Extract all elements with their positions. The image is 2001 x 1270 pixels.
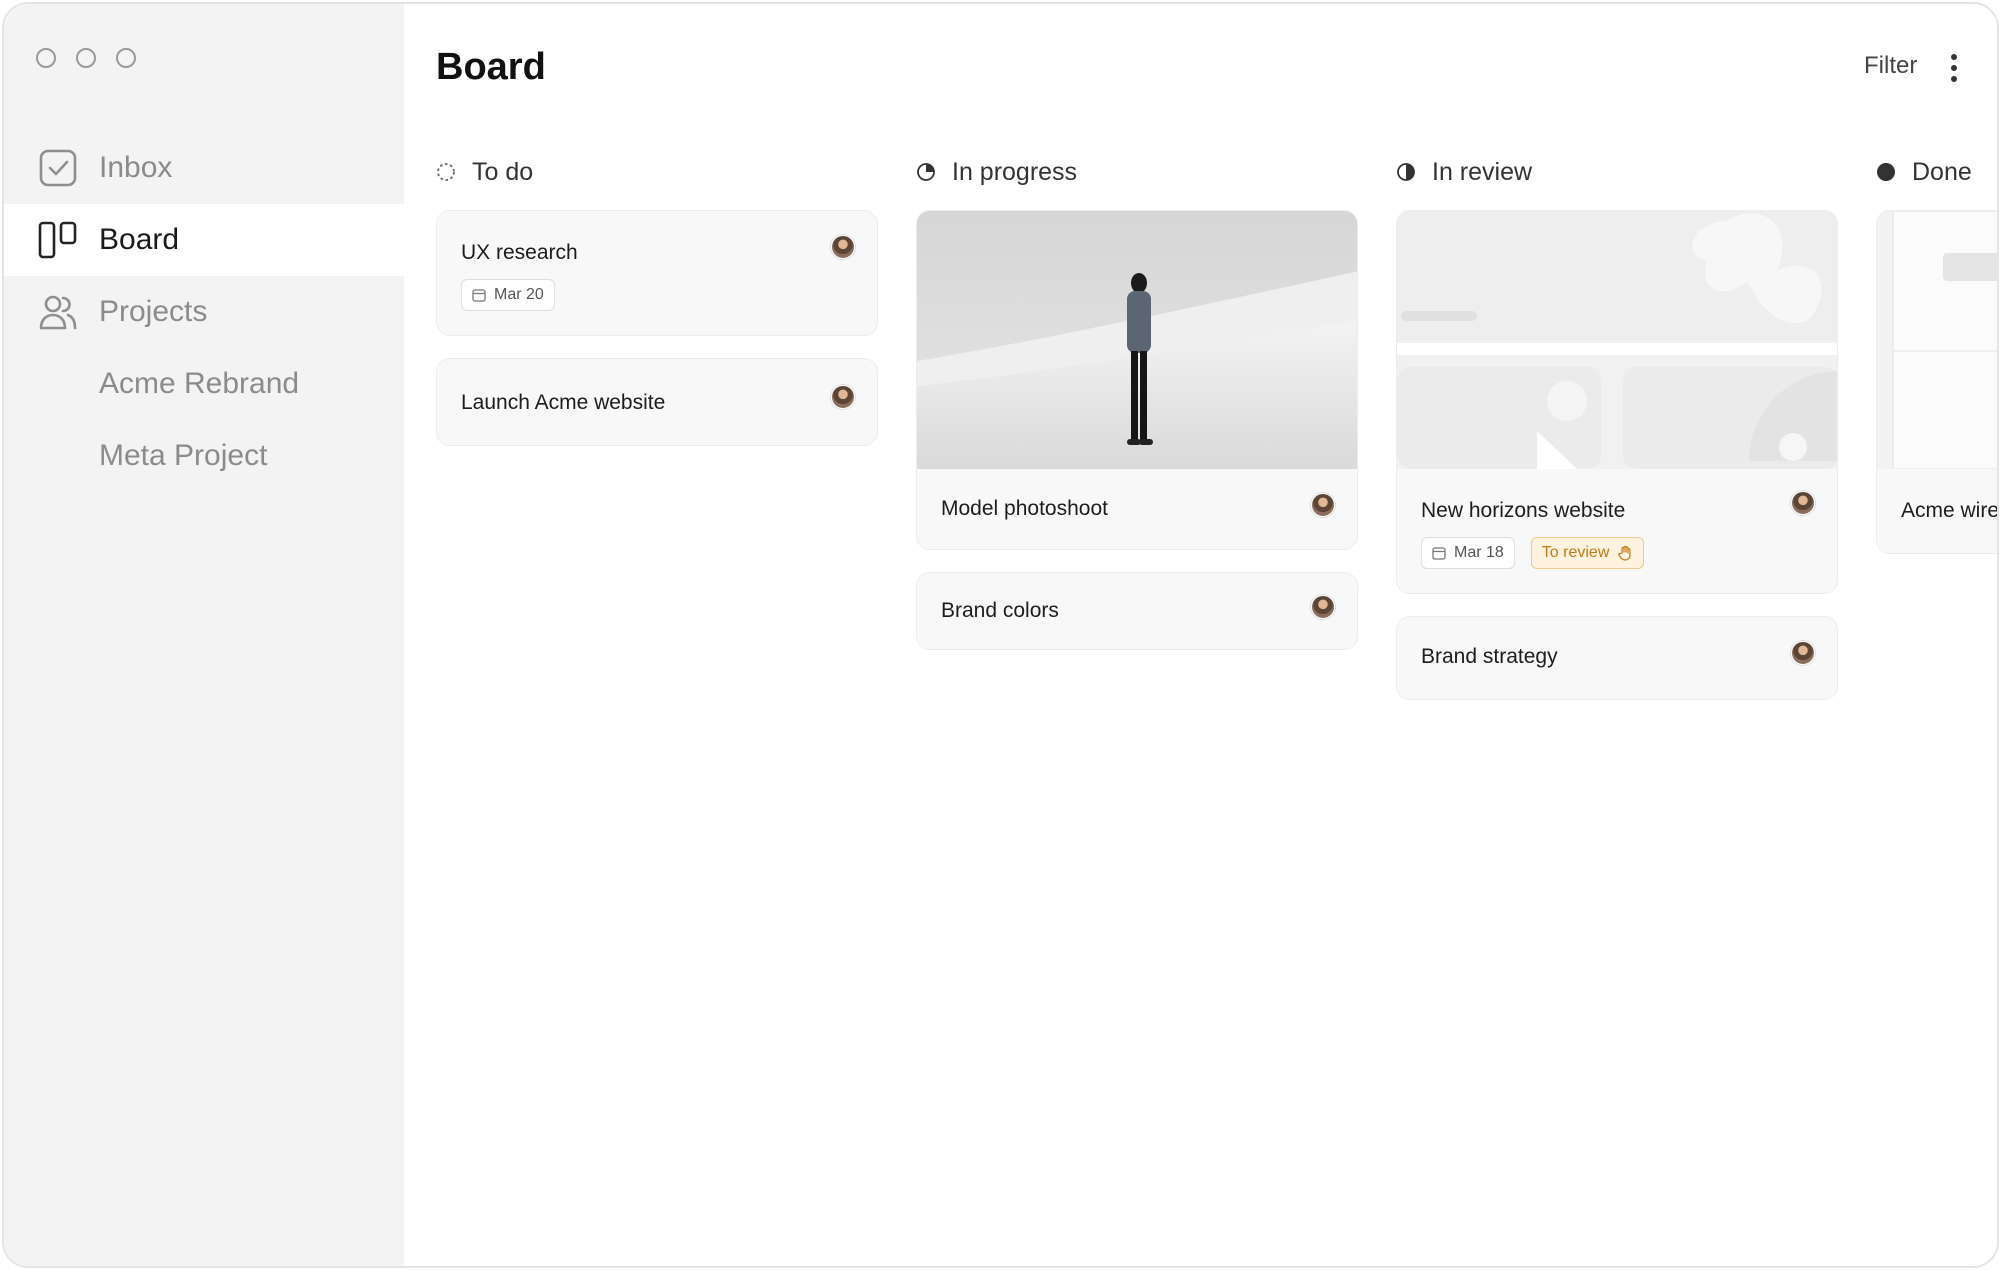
column-header: To do — [436, 154, 878, 190]
wireframe-preview-image — [1877, 211, 1997, 469]
maximize-window-button[interactable] — [116, 48, 136, 68]
task-card[interactable]: Model photoshoot — [916, 210, 1358, 550]
date-badge: Mar 20 — [461, 279, 555, 311]
column-header: In review — [1396, 154, 1838, 190]
status-todo-icon — [437, 163, 455, 181]
website-preview-image — [1397, 211, 1837, 469]
avatar — [1311, 595, 1335, 619]
sidebar-item-acme-rebrand[interactable]: Acme Rebrand — [4, 348, 404, 420]
inbox-check-icon — [39, 149, 77, 187]
avatar — [1311, 493, 1335, 517]
task-card[interactable]: New horizons website Mar 18 To review — [1396, 210, 1838, 594]
project-label: Meta Project — [99, 439, 268, 472]
card-title: Brand strategy — [1421, 645, 1558, 668]
column-in-review: In review New horizons website Mar 18 To… — [1396, 154, 1838, 722]
task-card[interactable]: Brand colors — [916, 572, 1358, 650]
date-text: Mar 20 — [494, 286, 544, 303]
column-todo: To do UX research Mar 20 Launch Acme web… — [436, 154, 878, 468]
column-header: Done — [1876, 154, 1997, 190]
page-title: Board — [436, 46, 546, 88]
hand-icon — [1618, 545, 1631, 561]
task-card[interactable]: Acme wiref — [1876, 210, 1999, 554]
calendar-icon — [472, 289, 486, 302]
sidebar-item-label: Projects — [99, 295, 208, 328]
column-in-progress: In progress Model photoshoot Brand color… — [916, 154, 1358, 672]
people-icon — [39, 295, 77, 330]
app-window: Inbox Board Projects Acme Rebrand Meta P… — [2, 2, 1999, 1268]
column-done: Done Acme wiref — [1876, 154, 1999, 576]
sidebar-item-board[interactable]: Board — [4, 204, 404, 276]
card-title: Brand colors — [941, 599, 1059, 622]
card-cover-image — [1397, 211, 1837, 469]
column-title: In progress — [952, 157, 1078, 186]
task-card[interactable]: Launch Acme website — [436, 358, 878, 446]
badge-text: To review — [1541, 544, 1610, 561]
column-header: In progress — [916, 154, 1358, 190]
avatar — [831, 235, 855, 259]
sidebar: Inbox Board Projects Acme Rebrand Meta P… — [4, 4, 404, 1266]
board-columns-icon — [38, 221, 77, 259]
sidebar-item-label: Board — [99, 223, 180, 256]
sidebar-item-projects[interactable]: Projects — [4, 276, 404, 348]
card-title: Model photoshoot — [941, 497, 1108, 520]
sidebar-item-label: Inbox — [99, 151, 173, 184]
card-cover-image — [1877, 211, 1997, 469]
sidebar-item-meta-project[interactable]: Meta Project — [4, 420, 404, 492]
card-title: UX research — [461, 241, 578, 264]
card-cover-image — [917, 211, 1357, 469]
status-in-review-icon — [1397, 163, 1415, 181]
column-title: In review — [1432, 157, 1533, 186]
to-review-badge[interactable]: To review — [1530, 537, 1645, 569]
status-in-progress-icon — [917, 163, 935, 181]
minimize-window-button[interactable] — [76, 48, 96, 68]
status-done-icon — [1877, 163, 1895, 181]
project-label: Acme Rebrand — [99, 367, 300, 400]
close-window-button[interactable] — [36, 48, 56, 68]
date-text: Mar 18 — [1454, 544, 1504, 561]
task-card[interactable]: Brand strategy — [1396, 616, 1838, 700]
model-photo-image — [917, 211, 1357, 469]
board-main: Board Filter To do UX research Mar 20 La… — [404, 4, 1997, 1266]
sidebar-item-inbox[interactable]: Inbox — [4, 132, 404, 204]
card-title: Launch Acme website — [461, 391, 666, 414]
column-title: Done — [1912, 157, 1972, 186]
window-controls — [36, 48, 136, 68]
date-badge: Mar 18 — [1421, 537, 1515, 569]
avatar — [831, 385, 855, 409]
card-title: New horizons website — [1421, 499, 1626, 522]
calendar-icon — [1432, 547, 1446, 560]
more-vertical-icon[interactable] — [1948, 54, 1960, 82]
avatar — [1791, 641, 1815, 665]
card-title: Acme wiref — [1901, 499, 1999, 522]
column-title: To do — [472, 157, 534, 186]
filter-button[interactable]: Filter — [1864, 52, 1917, 80]
task-card[interactable]: UX research Mar 20 — [436, 210, 878, 336]
avatar — [1791, 491, 1815, 515]
